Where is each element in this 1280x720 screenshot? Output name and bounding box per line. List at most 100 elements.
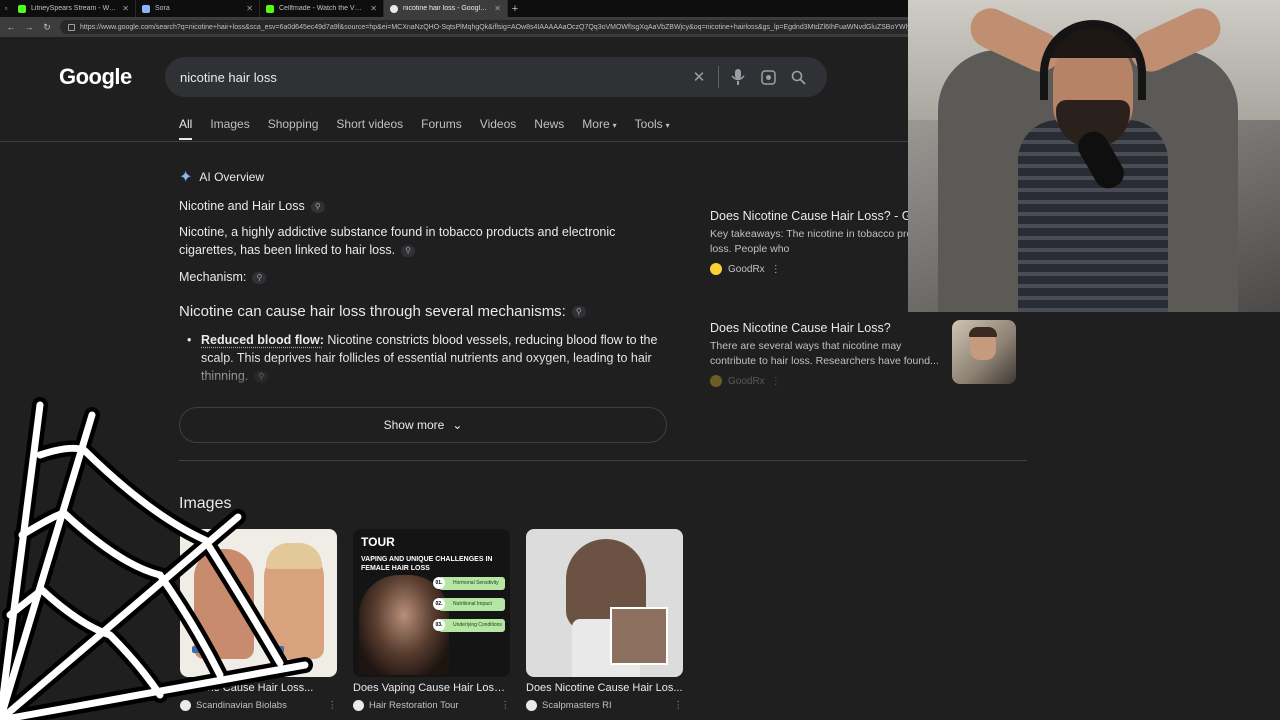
chevron-down-icon: ⌄: [452, 418, 463, 432]
image-title-text: TOUR: [361, 535, 395, 549]
search-icon[interactable]: [783, 65, 813, 89]
image-point-number: 01.: [433, 577, 445, 589]
link-icon[interactable]: ⚲: [252, 271, 267, 284]
back-icon[interactable]: ←: [6, 22, 16, 32]
image-thumbnail[interactable]: [526, 529, 683, 677]
search-input[interactable]: [180, 69, 684, 85]
tab-title: LitneySpears Stream - Watch Liv: [31, 5, 117, 12]
image-source: Scalpmasters RI ⋮: [526, 700, 683, 711]
url-text: https://www.google.com/search?q=nicotine…: [80, 23, 915, 31]
browser-tab[interactable]: Cellfmade - Watch the VOD on K ✕: [260, 0, 384, 17]
browser-tab[interactable]: LitneySpears Stream - Watch Liv ✕: [12, 0, 136, 17]
search-box[interactable]: ✕: [165, 57, 827, 97]
tab-tools-label: Tools: [634, 117, 663, 131]
tab-short-videos[interactable]: Short videos: [336, 117, 403, 140]
ai-overview-heading: Nicotine can cause hair loss through sev…: [179, 303, 586, 320]
link-icon[interactable]: ⚲: [401, 244, 416, 257]
tab-more[interactable]: More ▾: [582, 117, 616, 140]
bullet-bold-term[interactable]: Reduced blood flow:: [201, 333, 324, 347]
tab-tools[interactable]: Tools ▾: [635, 117, 670, 140]
sora-favicon-icon: [142, 4, 150, 13]
ai-overview-mechanism: Mechanism: ⚲: [179, 268, 679, 286]
source-meta: GoodRx ⋮: [710, 375, 945, 387]
goodrx-favicon-icon: [710, 375, 722, 387]
tab-videos[interactable]: Videos: [480, 117, 516, 140]
source-thumbnail[interactable]: [952, 320, 1016, 384]
kick-favicon-icon: [266, 4, 274, 13]
more-options-icon[interactable]: ⋮: [501, 700, 511, 711]
image-caption[interactable]: Does Vaping Cause Hair Loss ...: [353, 682, 510, 694]
more-options-icon[interactable]: ⋮: [674, 700, 684, 711]
image-point: Nutritional Impact: [439, 598, 505, 611]
more-options-icon[interactable]: ⋮: [771, 376, 781, 387]
ai-overview-title: Nicotine and Hair Loss ⚲: [179, 197, 679, 215]
more-options-icon[interactable]: ⋮: [771, 264, 781, 275]
image-source-name: Scalpmasters RI: [542, 700, 612, 711]
tab-shopping[interactable]: Shopping: [268, 117, 319, 140]
image-source: Hair Restoration Tour ⋮: [353, 700, 510, 711]
tab-close-icon[interactable]: ✕: [122, 4, 129, 13]
search-box-divider: [718, 66, 719, 88]
more-options-icon[interactable]: ⋮: [328, 700, 338, 711]
site-favicon-icon: [353, 700, 364, 711]
tab-search-icon[interactable]: ▫: [0, 4, 12, 13]
source-card[interactable]: Does Nicotine Cause Hair Loss? There are…: [710, 320, 945, 387]
ai-title-text: Nicotine and Hair Loss: [179, 199, 305, 213]
new-tab-button[interactable]: +: [508, 3, 522, 15]
tab-all[interactable]: All: [179, 117, 193, 140]
ai-overview-intro: Nicotine, a highly addictive substance f…: [179, 223, 649, 259]
show-more-label: Show more: [383, 418, 445, 432]
google-favicon-icon: [390, 4, 398, 13]
thumb-hair: [969, 327, 997, 337]
tab-news[interactable]: News: [534, 117, 564, 140]
image-subtitle-text: VAPING AND UNIQUE CHALLENGES IN FEMALE H…: [361, 556, 493, 572]
tab-close-icon[interactable]: ✕: [246, 4, 253, 13]
inset-photo: [610, 607, 668, 665]
site-favicon-icon: [526, 700, 537, 711]
image-result[interactable]: TOUR VAPING AND UNIQUE CHALLENGES IN FEM…: [353, 529, 510, 711]
microphone-icon[interactable]: [723, 65, 753, 89]
goodrx-favicon-icon: [710, 263, 722, 275]
image-caption[interactable]: Does Nicotine Cause Hair Los...: [526, 682, 683, 694]
sparkle-icon: ✦: [179, 169, 193, 186]
source-snippet: There are several ways that nicotine may…: [710, 340, 939, 367]
image-result[interactable]: Does Nicotine Cause Hair Los... Scalpmas…: [526, 529, 683, 711]
lens-camera-icon[interactable]: [753, 65, 783, 89]
browser-tab-active[interactable]: nicotine hair loss - Google Search ✕: [384, 0, 508, 17]
source-title[interactable]: Does Nicotine Cause Hair Loss?: [710, 320, 945, 336]
kick-favicon-icon: [18, 4, 26, 13]
link-icon[interactable]: ⚲: [571, 306, 586, 319]
forward-icon[interactable]: →: [24, 22, 34, 32]
source-site: GoodRx: [728, 263, 765, 275]
image-source-name: Hair Restoration Tour: [369, 700, 459, 711]
tab-close-icon[interactable]: ✕: [370, 4, 377, 13]
browser-tab[interactable]: Sora ✕: [136, 0, 260, 17]
chevron-down-icon: ▾: [612, 121, 617, 130]
ai-overview-header: ✦ AI Overview: [179, 167, 264, 187]
google-logo[interactable]: Google: [59, 64, 132, 90]
tab-title: nicotine hair loss - Google Search: [403, 5, 489, 12]
tab-forums[interactable]: Forums: [421, 117, 462, 140]
clear-icon[interactable]: ✕: [684, 65, 714, 89]
site-info-icon[interactable]: [68, 23, 75, 31]
tab-close-icon[interactable]: ✕: [494, 4, 501, 13]
source-site: GoodRx: [728, 375, 765, 387]
mechanism-label: Mechanism:: [179, 270, 247, 284]
spider-web-overlay: [0, 397, 313, 720]
tab-images[interactable]: Images: [210, 117, 249, 140]
image-point-number: 03.: [433, 619, 445, 631]
link-icon[interactable]: ⚲: [310, 200, 325, 213]
webcam-overlay: [908, 0, 1280, 312]
ai-heading-text: Nicotine can cause hair loss through sev…: [179, 303, 566, 320]
reload-icon[interactable]: ↻: [42, 22, 52, 33]
image-point: Underlying Conditions: [439, 619, 505, 632]
tab-more-label: More: [582, 117, 610, 131]
tab-title: Sora: [155, 5, 170, 12]
search-tabs: All Images Shopping Short videos Forums …: [179, 117, 688, 140]
chevron-down-icon: ▾: [665, 121, 670, 130]
image-point-number: 02.: [433, 598, 445, 610]
image-point: Hormonal Sensitivity: [439, 577, 505, 590]
tab-title: Cellfmade - Watch the VOD on K: [279, 5, 366, 12]
image-thumbnail[interactable]: TOUR VAPING AND UNIQUE CHALLENGES IN FEM…: [353, 529, 510, 677]
ai-overview-label: AI Overview: [199, 170, 265, 184]
